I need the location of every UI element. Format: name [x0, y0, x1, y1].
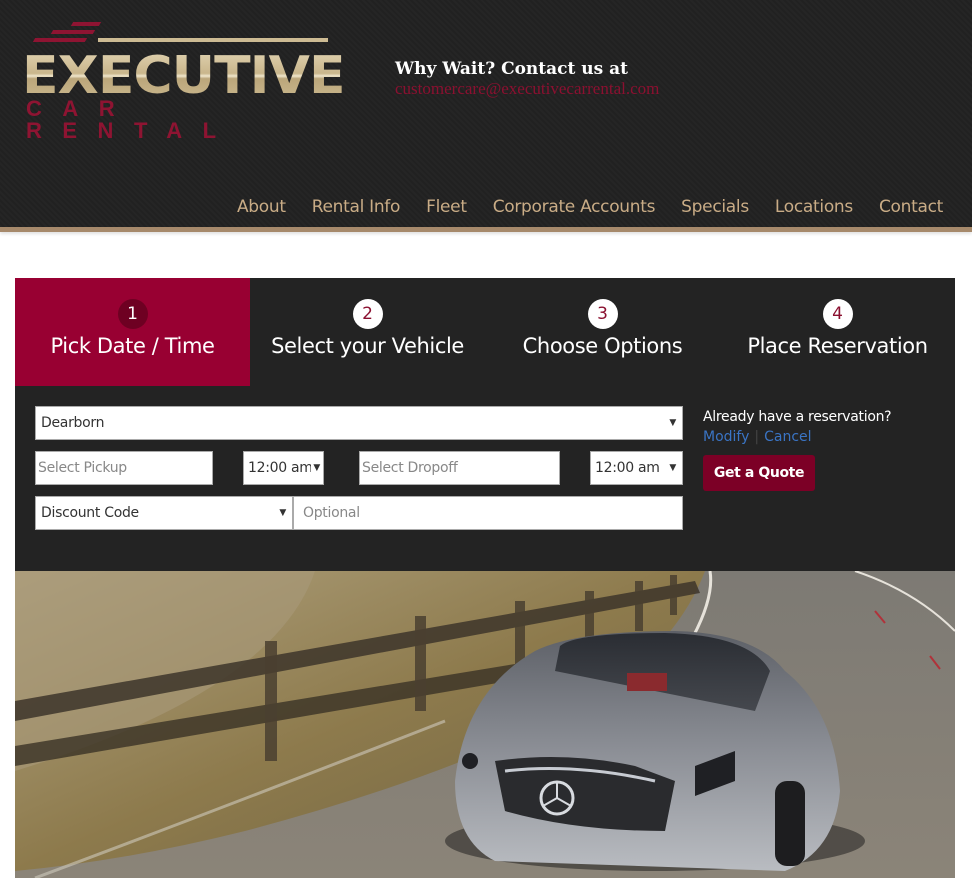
- step-number-badge: 2: [352, 299, 383, 329]
- nav-specials[interactable]: Specials: [681, 197, 749, 217]
- logo-bar: [98, 38, 328, 42]
- caret-down-icon: ▼: [669, 418, 676, 428]
- reservation-panel: 1 Pick Date / Time 2 Select your Vehicle…: [15, 278, 955, 571]
- contact-title: Why Wait? Contact us at: [395, 59, 629, 79]
- nav-about[interactable]: About: [237, 197, 286, 217]
- nav-rental-info[interactable]: Rental Info: [312, 197, 401, 217]
- discount-code-select[interactable]: Discount Code ▼: [35, 496, 293, 530]
- contact-block: Why Wait? Contact us at customercare@exe…: [395, 59, 659, 99]
- cancel-link[interactable]: Cancel: [764, 429, 811, 445]
- hero-image: [15, 571, 955, 878]
- logo-swoosh-icon: [32, 38, 88, 42]
- reservation-links: Modify | Cancel: [703, 427, 891, 447]
- step-number-badge: 1: [117, 299, 148, 329]
- step-pick-date-time[interactable]: 1 Pick Date / Time: [15, 278, 250, 386]
- dropoff-time-value: 12:00 am: [595, 460, 660, 476]
- hero-car-photo: [15, 571, 955, 878]
- step-select-vehicle[interactable]: 2 Select your Vehicle: [250, 278, 485, 386]
- caret-down-icon: ▼: [669, 463, 676, 473]
- logo-swoosh-icon: [70, 22, 102, 26]
- discount-code-input[interactable]: Optional: [293, 496, 683, 530]
- caret-down-icon: ▼: [311, 452, 320, 484]
- nav-corporate-accounts[interactable]: Corporate Accounts: [493, 197, 656, 217]
- caret-down-icon: ▼: [279, 508, 286, 518]
- logo-sub-text: CAR RENTAL: [26, 96, 237, 143]
- get-a-quote-button[interactable]: Get a Quote: [703, 455, 815, 491]
- pickup-date-input[interactable]: Select Pickup: [35, 451, 213, 485]
- header-divider: [0, 227, 972, 232]
- dropoff-time-select[interactable]: 12:00 am ▼: [590, 451, 683, 485]
- step-number-badge: 4: [822, 299, 853, 329]
- discount-code-placeholder: Optional: [303, 505, 360, 521]
- contact-email-link[interactable]: customercare@executivecarrental.com: [395, 79, 659, 99]
- pickup-date-placeholder: Select Pickup: [38, 460, 127, 476]
- link-divider: |: [754, 429, 760, 445]
- step-label: Select your Vehicle: [271, 334, 464, 358]
- step-number-badge: 3: [587, 299, 618, 329]
- existing-reservation-question: Already have a reservation?: [703, 409, 892, 425]
- location-select-value: Dearborn: [41, 415, 105, 431]
- existing-reservation: Already have a reservation? Modify | Cance…: [703, 408, 892, 491]
- pickup-time-value: 12:00 am: [248, 460, 313, 476]
- logo-swoosh-icon: [50, 30, 96, 34]
- discount-code-select-value: Discount Code: [41, 505, 139, 521]
- nav-fleet[interactable]: Fleet: [426, 197, 467, 217]
- step-place-reservation[interactable]: 4 Place Reservation: [720, 278, 955, 386]
- dropoff-date-input[interactable]: Select Dropoff: [359, 451, 560, 485]
- pickup-time-select[interactable]: 12:00 am ▼: [243, 451, 324, 485]
- step-label: Place Reservation: [747, 334, 928, 358]
- location-select[interactable]: Dearborn ▼: [35, 406, 683, 440]
- step-label: Pick Date / Time: [50, 334, 215, 358]
- main-nav: About Rental Info Fleet Corporate Accoun…: [211, 197, 943, 217]
- dropoff-date-placeholder: Select Dropoff: [362, 460, 458, 476]
- site-header: EXECUTIVE CAR RENTAL Why Wait? Contact u…: [0, 0, 972, 227]
- modify-link[interactable]: Modify: [703, 429, 749, 445]
- nav-contact[interactable]: Contact: [879, 197, 943, 217]
- step-tabs: 1 Pick Date / Time 2 Select your Vehicle…: [15, 278, 955, 386]
- logo[interactable]: EXECUTIVE CAR RENTAL: [22, 20, 346, 142]
- step-label: Choose Options: [522, 334, 683, 358]
- step-choose-options[interactable]: 3 Choose Options: [485, 278, 720, 386]
- nav-locations[interactable]: Locations: [775, 197, 853, 217]
- logo-main-text: EXECUTIVE: [22, 46, 346, 106]
